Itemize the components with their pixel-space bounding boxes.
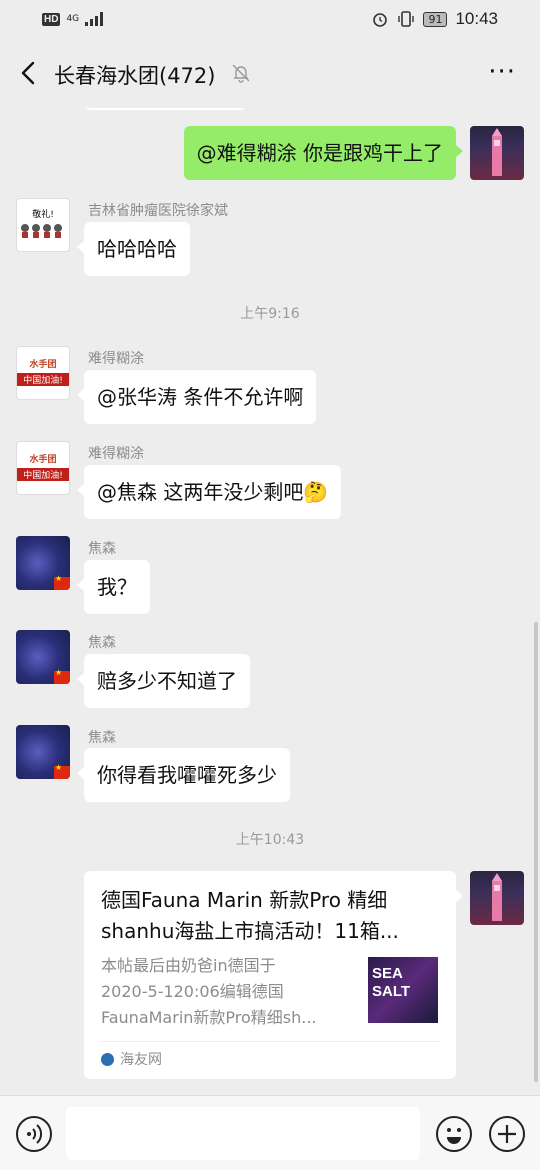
link-card-title-line: 德国Fauna Marin 新款Pro 精细: [101, 888, 388, 912]
chat-header: 长春海水团(472) ···: [0, 40, 540, 108]
avatar-sender[interactable]: 水手团 中国加油!: [16, 441, 70, 495]
source-logo-icon: [101, 1052, 114, 1066]
china-flag-icon: [54, 668, 70, 684]
vibrate-icon: [398, 11, 415, 27]
chat-messages[interactable]: @难得糊涂 你是跟鸡干上了 敬礼! 吉林省肿瘤医院徐家斌 哈哈哈哈 上午9:16…: [0, 108, 540, 1095]
link-card-desc-line: 2020-5-120:06编辑德国: [101, 982, 284, 1001]
divider: [101, 1041, 439, 1042]
plus-icon[interactable]: [489, 1116, 525, 1152]
sender-name: 难得糊涂: [88, 351, 144, 367]
input-bar: [0, 1095, 540, 1170]
timestamp: 上午10:43: [235, 832, 305, 848]
avatar-sender[interactable]: 水手团 中国加油!: [16, 346, 70, 400]
avatar-caption: 水手团: [29, 360, 57, 370]
sender-name: 焦森: [88, 541, 116, 557]
tower-image-icon: [492, 128, 502, 176]
alarm-icon: [373, 13, 388, 27]
voice-waves-icon: [27, 1124, 43, 1144]
link-card-desc-line: FaunaMarin新款Pro精细sh...: [101, 1008, 317, 1027]
sender-name: 焦森: [88, 635, 116, 651]
message-bubble[interactable]: 你得看我嚯嚯死多少: [77, 748, 290, 802]
source-name: 海友网: [120, 1052, 162, 1068]
message-bubble[interactable]: 哈哈哈哈: [77, 222, 190, 276]
sender-name: 难得糊涂: [88, 446, 144, 462]
battery-indicator: 91: [423, 11, 448, 27]
link-card-desc-line: 本帖最后由奶爸in德国于: [101, 956, 276, 975]
message-bubble[interactable]: @焦森 这两年没少剩吧🤔: [76, 465, 342, 519]
more-options-button[interactable]: ···: [488, 59, 516, 85]
salute-figures-icon: [21, 224, 62, 238]
hd-indicator: HD: [42, 12, 61, 26]
sender-name: 焦森: [88, 730, 116, 746]
avatar-caption: 敬礼!: [32, 210, 54, 220]
message-bubble[interactable]: 我？: [77, 560, 150, 614]
smiley-face-icon: [447, 1128, 461, 1144]
avatar-sender[interactable]: [16, 630, 70, 684]
link-card-source: 海友网: [101, 1049, 162, 1069]
message-input[interactable]: [66, 1107, 420, 1160]
status-bar: HD 4G 91 10:43: [0, 0, 540, 40]
timestamp: 上午9:16: [240, 306, 300, 322]
message-bubble-self[interactable]: @难得糊涂 你是跟鸡干上了: [183, 126, 464, 180]
avatar-sender[interactable]: 敬礼!: [16, 198, 70, 252]
bell-off-icon: [232, 64, 250, 83]
link-card-title-line: shanhu海盐上市搞活动！11箱...: [101, 919, 399, 943]
china-flag-icon: [54, 763, 70, 779]
china-flag-icon: [54, 574, 70, 590]
plus-sign-icon: [498, 1125, 516, 1143]
message-bubble[interactable]: 赔多少不知道了: [77, 654, 250, 708]
message-bubble-partial[interactable]: [84, 108, 246, 110]
avatar-caption: 水手团: [29, 455, 57, 465]
signal-icon: [85, 12, 104, 26]
emoji-icon[interactable]: [436, 1116, 472, 1152]
link-card[interactable]: 德国Fauna Marin 新款Pro 精细 shanhu海盐上市搞活动！11箱…: [84, 871, 463, 1079]
link-card-title: 德国Fauna Marin 新款Pro 精细 shanhu海盐上市搞活动！11箱…: [101, 885, 441, 947]
link-card-thumbnail: SEA SALT: [368, 957, 438, 1023]
voice-icon[interactable]: [16, 1116, 52, 1152]
avatar-self[interactable]: [470, 126, 524, 180]
avatar-caption-sub: 中国加油!: [17, 373, 69, 386]
avatar-caption-sub: 中国加油!: [17, 468, 69, 481]
signal-label: 4G: [66, 14, 80, 24]
message-bubble[interactable]: @张华涛 条件不允许啊: [76, 370, 317, 424]
avatar-self[interactable]: [470, 871, 524, 925]
avatar-sender[interactable]: [16, 536, 70, 590]
avatar-sender[interactable]: [16, 725, 70, 779]
thumbnail-text: SEA SALT: [372, 965, 411, 1000]
chevron-left-icon[interactable]: [14, 58, 44, 88]
scrollbar[interactable]: [534, 622, 538, 1082]
sender-name: 吉林省肿瘤医院徐家斌: [88, 203, 228, 219]
link-card-description: 本帖最后由奶爸in德国于 2020-5-120:06编辑德国 FaunaMari…: [101, 953, 351, 1031]
tower-image-icon: [492, 873, 502, 921]
chat-title: 长春海水团(472): [54, 64, 216, 88]
status-time: 10:43: [455, 9, 498, 28]
